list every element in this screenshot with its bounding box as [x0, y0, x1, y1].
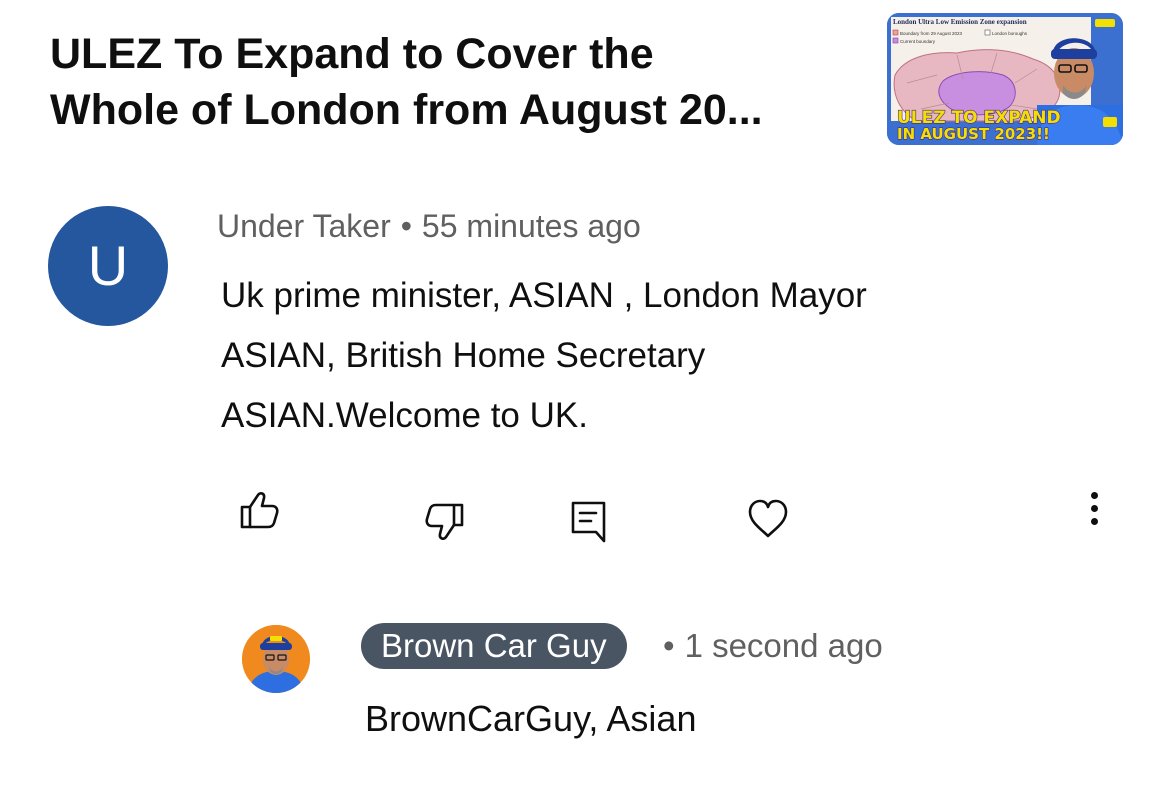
avatar-letter: U — [87, 234, 129, 297]
video-title-line-2: Whole of London from August 20... — [50, 86, 763, 134]
reply-meta-separator: • — [663, 627, 675, 664]
like-button[interactable] — [238, 490, 280, 530]
thumbnail-caption-2: IN AUGUST 2023!! — [897, 125, 1050, 143]
comment-line-1: Uk prime minister, ASIAN , London Mayor — [221, 276, 867, 315]
commenter-avatar[interactable]: U — [48, 206, 168, 326]
thumbnail-legend-1: Boundary from 29 August 2023 — [900, 31, 963, 36]
comment-line-3: ASIAN.Welcome to UK. — [221, 396, 588, 435]
thumbnail-legend-3: Current boundary — [900, 39, 936, 44]
reply-author: Brown Car Guy — [381, 627, 607, 664]
reply-text: BrownCarGuy, Asian — [365, 698, 697, 739]
reply-meta: • 1 second ago — [663, 626, 883, 666]
thumbnail-heading: London Ultra Low Emission Zone expansion — [893, 18, 1027, 26]
comment-line-2: ASIAN, British Home Secretary — [221, 336, 706, 375]
reply-timestamp[interactable]: 1 second ago — [685, 627, 883, 664]
video-thumbnail[interactable]: London Ultra Low Emission Zone expansion… — [887, 13, 1123, 145]
video-title-line-1: ULEZ To Expand to Cover the — [50, 30, 654, 78]
thumbnail-art: London Ultra Low Emission Zone expansion… — [887, 13, 1123, 145]
dislike-button[interactable] — [424, 502, 466, 542]
heart-icon — [748, 499, 788, 538]
comment-timestamp[interactable]: 55 minutes ago — [422, 208, 641, 244]
comment-author[interactable]: Under Taker — [217, 208, 391, 244]
like-icon — [240, 492, 279, 529]
reply-button[interactable] — [570, 500, 610, 544]
video-title[interactable]: ULEZ To Expand to Cover the Whole of Lon… — [50, 26, 870, 138]
reply-avatar[interactable] — [242, 625, 310, 693]
comment-text: Uk prime minister, ASIAN , London Mayor … — [221, 266, 1081, 446]
dislike-icon — [425, 503, 464, 540]
reply-avatar-image — [242, 625, 310, 693]
reply-author-badge[interactable]: Brown Car Guy — [361, 623, 627, 669]
reply-icon — [571, 501, 606, 543]
comment-meta: Under Taker • 55 minutes ago — [217, 206, 641, 246]
meta-separator: • — [400, 208, 412, 244]
heart-button[interactable] — [747, 498, 789, 540]
more-options-button[interactable] — [1082, 490, 1108, 530]
thumbnail-legend-2: London boroughs — [992, 31, 1028, 36]
